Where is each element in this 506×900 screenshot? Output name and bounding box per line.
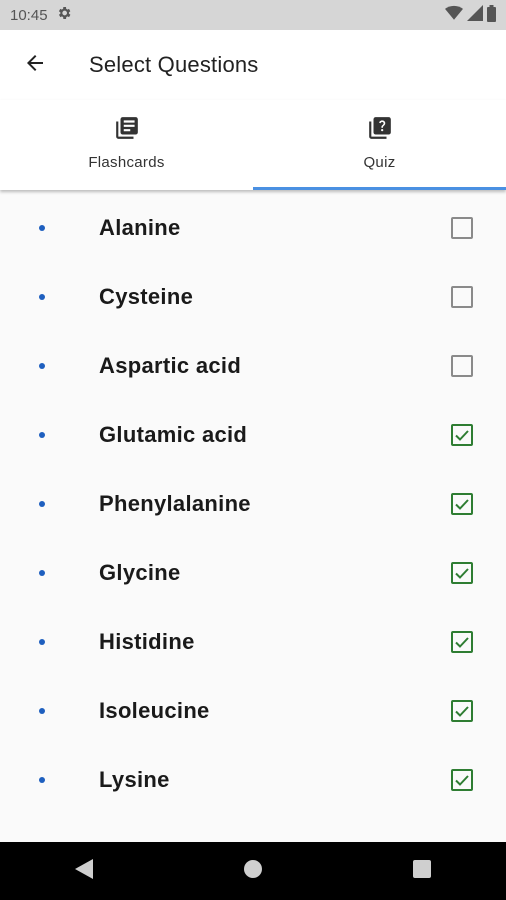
status-icons (445, 4, 496, 26)
list-item[interactable]: Glutamic acid (0, 400, 506, 469)
library-books-icon (114, 114, 140, 142)
cell-signal-icon (467, 5, 483, 25)
item-label: Alanine (99, 214, 181, 240)
nav-back-button[interactable] (54, 842, 114, 900)
list-item[interactable]: Isoleucine (0, 676, 506, 745)
list-item[interactable]: Alanine (0, 193, 506, 262)
status-bar: 10:45 (0, 0, 506, 30)
checkbox-checked[interactable] (451, 561, 473, 584)
checkbox-unchecked[interactable] (451, 354, 473, 377)
item-label: Aspartic acid (99, 352, 242, 378)
item-label: Glutamic acid (99, 421, 248, 447)
arrow-back-icon (23, 51, 47, 80)
checkbox-checked[interactable] (451, 768, 473, 791)
app-bar: Select Questions (0, 30, 506, 100)
question-list: Alanine Cysteine Aspartic acid Glutamic aci… (0, 193, 506, 814)
bullet-dot (39, 224, 45, 231)
bullet-dot (39, 362, 45, 369)
checkbox-checked[interactable] (451, 699, 473, 722)
item-label: Histidine (99, 628, 195, 654)
circle-home-icon (243, 859, 263, 884)
wifi-icon (445, 5, 463, 25)
checkbox-checked[interactable] (451, 630, 473, 653)
system-nav-bar (0, 842, 506, 900)
tab-quiz[interactable]: Quiz (253, 100, 506, 190)
item-label: Isoleucine (99, 697, 210, 723)
bullet-dot (39, 293, 45, 300)
tab-selected-indicator (253, 187, 506, 190)
item-label: Phenylalanine (99, 490, 251, 516)
item-label: Glycine (99, 559, 181, 585)
bullet-dot (39, 638, 45, 645)
page-title: Select Questions (89, 52, 259, 77)
item-label: Cysteine (99, 283, 194, 309)
list-item[interactable]: Cysteine (0, 262, 506, 331)
checkbox-unchecked[interactable] (451, 216, 473, 239)
triangle-back-icon (75, 858, 94, 884)
gear-icon (56, 5, 72, 25)
bullet-dot (39, 707, 45, 714)
list-item[interactable]: Phenylalanine (0, 469, 506, 538)
bullet-dot (39, 500, 45, 507)
checkbox-checked[interactable] (451, 423, 473, 446)
bullet-dot (39, 431, 45, 438)
tab-flashcards[interactable]: Flashcards (0, 100, 253, 190)
quiz-question-icon (367, 114, 393, 142)
bullet-dot (39, 776, 45, 783)
list-item[interactable]: Glycine (0, 538, 506, 607)
checkbox-unchecked[interactable] (451, 285, 473, 308)
back-button[interactable] (0, 30, 70, 100)
tab-bar: Flashcards Quiz (0, 100, 506, 190)
nav-home-button[interactable] (223, 842, 283, 900)
checkbox-checked[interactable] (451, 492, 473, 515)
battery-icon (487, 4, 496, 26)
status-time: 10:45 (10, 6, 48, 24)
bullet-dot (39, 569, 45, 576)
tab-label: Flashcards (88, 154, 165, 171)
list-item[interactable]: Lysine (0, 745, 506, 814)
tab-label: Quiz (363, 154, 396, 171)
list-item[interactable]: Histidine (0, 607, 506, 676)
nav-recents-button[interactable] (392, 842, 452, 900)
list-item[interactable]: Aspartic acid (0, 331, 506, 400)
square-recents-icon (412, 859, 431, 883)
item-label: Lysine (99, 766, 170, 792)
